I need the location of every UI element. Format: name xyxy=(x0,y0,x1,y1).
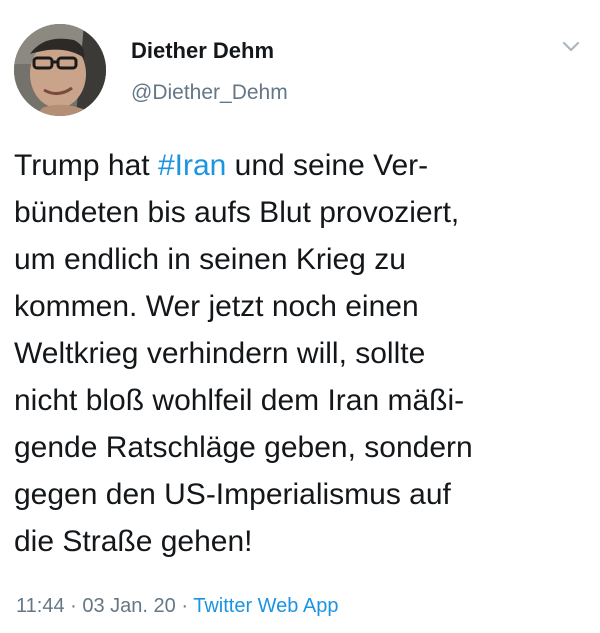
tweet-line: Weltkrieg verhindern will, sollte xyxy=(14,337,426,370)
tweet-line-text: und seine Ver- xyxy=(226,149,429,182)
tweet-line: bündeten bis aufs Blut provoziert, xyxy=(14,196,460,229)
tweet-card: Diether Dehm @Diether_Dehm Trump hat #Ir… xyxy=(0,0,600,633)
hashtag-link[interactable]: #Iran xyxy=(158,149,226,182)
avatar-photo xyxy=(14,24,106,116)
tweet-line: kommen. Wer jetzt noch einen xyxy=(14,290,419,323)
tweet-text: Trump hat #Iran und seine Ver- bündeten … xyxy=(14,142,594,565)
tweet-time[interactable]: 11:44 xyxy=(16,595,65,617)
tweet-line: um endlich in seinen Krieg zu xyxy=(14,243,406,276)
tweet-date[interactable]: 03 Jan. 20 xyxy=(82,595,175,617)
author-display-name[interactable]: Diether Dehm xyxy=(131,38,288,64)
tweet-line: nicht bloß wohlfeil dem Iran mäßi- xyxy=(14,384,465,417)
tweet-line: Trump hat #Iran und seine Ver- xyxy=(14,142,594,189)
avatar[interactable] xyxy=(14,24,106,116)
chevron-down-icon xyxy=(562,41,580,52)
tweet-source-link[interactable]: Twitter Web App xyxy=(193,595,338,617)
tweet-line-text: Trump hat xyxy=(14,149,158,182)
tweet-meta: 11:44 · 03 Jan. 20 · Twitter Web App xyxy=(16,594,338,618)
meta-separator: · xyxy=(175,595,194,617)
author-block: Diether Dehm @Diether_Dehm xyxy=(131,38,288,105)
tweet-line: gegen den US-Imperialismus auf xyxy=(14,478,451,511)
tweet-line: die Straße gehen! xyxy=(14,525,253,558)
tweet-line: gende Ratschläge geben, sondern xyxy=(14,431,473,464)
more-options-button[interactable] xyxy=(562,40,580,52)
author-handle[interactable]: @Diether_Dehm xyxy=(131,81,288,105)
meta-separator: · xyxy=(64,595,83,617)
